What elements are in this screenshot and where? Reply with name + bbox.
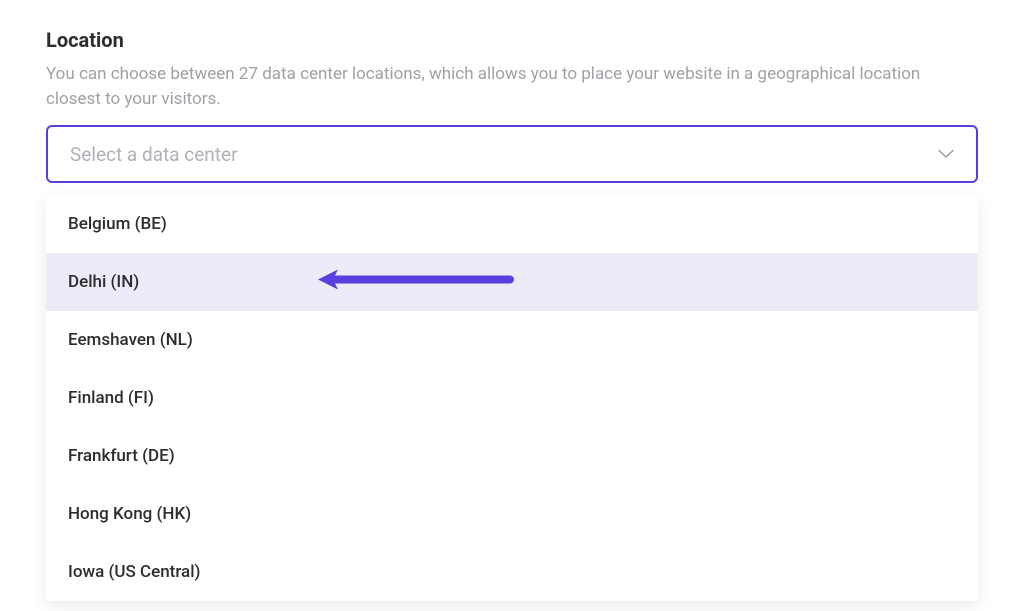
dropdown-option-label: Finland (FI) [68,388,154,408]
dropdown-option[interactable]: Hong Kong (HK) [46,485,978,543]
dropdown-option[interactable]: Delhi (IN) [46,253,978,311]
dropdown-option-label: Frankfurt (DE) [68,446,175,466]
location-section: Location You can choose between 27 data … [0,0,1024,611]
dropdown-option-label: Hong Kong (HK) [68,504,191,524]
dropdown-option-label: Belgium (BE) [68,214,167,234]
dropdown-option[interactable]: Frankfurt (DE) [46,427,978,485]
data-center-select[interactable]: Select a data center [46,125,978,183]
dropdown-option[interactable]: Iowa (US Central) [46,543,978,601]
chevron-down-icon [938,146,954,162]
data-center-dropdown: Belgium (BE) Delhi (IN) Eemshaven (NL) F… [46,195,978,601]
section-title: Location [46,28,978,52]
dropdown-option-label: Iowa (US Central) [68,562,200,582]
dropdown-option-label: Eemshaven (NL) [68,330,193,350]
dropdown-option[interactable]: Belgium (BE) [46,195,978,253]
data-center-select-wrapper: Select a data center Belgium (BE) Delhi … [46,125,978,183]
select-placeholder: Select a data center [70,143,238,166]
dropdown-option[interactable]: Finland (FI) [46,369,978,427]
dropdown-option[interactable]: Eemshaven (NL) [46,311,978,369]
section-description: You can choose between 27 data center lo… [46,62,978,111]
dropdown-option-label: Delhi (IN) [68,272,139,292]
arrow-left-icon [314,268,514,297]
